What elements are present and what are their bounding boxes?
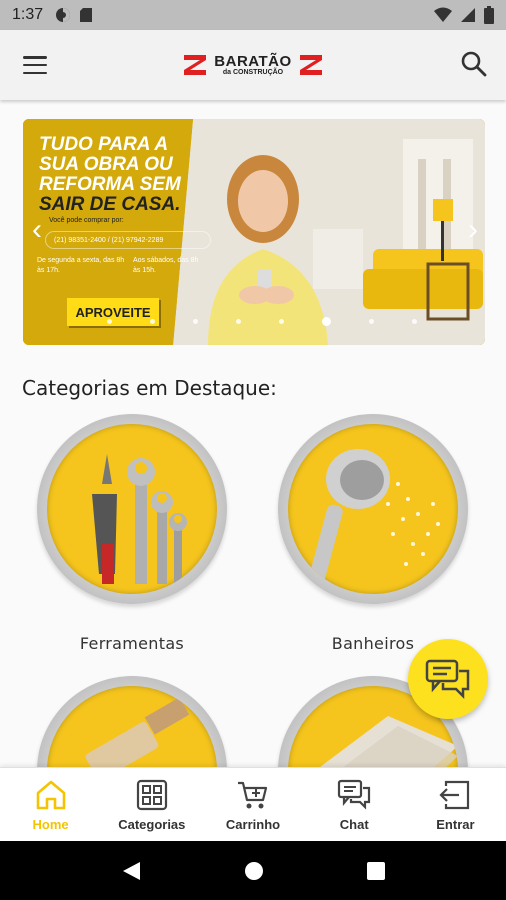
chat-icon [338,779,371,810]
nav-item-categorias[interactable]: Categorias [101,768,202,841]
category-circle [37,414,227,604]
section-title: Categorias em Destaque: [22,376,277,400]
brand-logo: BARATÃO da CONSTRUÇÃO [184,54,322,76]
tools-icon [92,454,187,584]
logo-text: BARATÃO da CONSTRUÇÃO [214,54,291,76]
headline-line: SUA OBRA OU [39,154,173,175]
carousel-dot[interactable] [150,319,155,324]
headline-line: REFORMA SEM [39,174,181,195]
nav-label: Chat [339,817,369,832]
login-icon [439,780,470,810]
banner-small-text: Você pode comprar por: [49,217,124,224]
status-bar: 1:37 [0,0,506,30]
home-circle-icon[interactable] [243,860,265,882]
logo-sub: da CONSTRUÇÃO [222,69,284,76]
search-icon[interactable] [460,50,488,78]
category-image [47,424,217,594]
home-icon [36,780,65,810]
category-card-banheiros[interactable]: Banheiros [278,414,468,653]
hamburger-menu-icon[interactable] [22,52,48,78]
status-icons-right [434,6,494,24]
status-time: 1:37 [12,6,44,23]
banner-hours-saturday: Aos sábados, das 8h às 15h. [133,257,199,274]
headline-line: SAIR DE CASA. [39,194,181,215]
nav-label: Carrinho [225,817,281,832]
banner-hours-weekday: De segunda a sexta, das 8h às 17h. [37,257,125,274]
carousel-dot[interactable] [279,319,284,324]
recents-icon[interactable] [366,861,386,881]
app-bar: BARATÃO da CONSTRUÇÃO [0,30,506,100]
battery-icon [484,6,494,24]
cart-icon [238,781,268,809]
promo-banner-carousel[interactable]: TUDO PARA A SUA OBRA OU REFORMA SEM SAIR… [23,119,485,345]
carousel-dot[interactable] [193,319,198,324]
logo-mark-right [299,55,322,75]
nav-item-entrar[interactable]: Entrar [405,768,506,841]
carousel-dot[interactable] [107,319,112,324]
nav-item-carrinho[interactable]: Carrinho [202,768,303,841]
carousel-prev-icon[interactable]: ‹ [27,213,47,247]
grid-icon [136,779,167,811]
data-saver-icon [56,8,71,22]
signal-icon [461,8,475,22]
back-icon[interactable] [120,860,142,882]
category-circle [278,414,468,604]
carousel-indicators [23,317,485,326]
shower-icon [306,449,440,594]
screen: 1:37 BARATÃO da CONSTRUÇÃO TUDO PARA A S… [0,0,506,900]
carousel-next-icon[interactable]: › [463,213,483,247]
banner-phones: (21) 98351-2400 / (21) 97942-2289 [45,231,211,249]
category-label: Ferramentas [79,634,185,653]
carousel-dot[interactable] [236,319,241,324]
nav-item-chat[interactable]: Chat [304,768,405,841]
bottom-navigation: Home Categorias Carrinho Chat Entrar [0,767,506,841]
nav-label: Entrar [436,817,475,832]
chat-fab-button[interactable] [408,639,488,719]
banner-headline: TUDO PARA A SUA OBRA OU REFORMA SEM SAIR… [39,135,229,215]
carousel-dot[interactable] [412,319,417,324]
status-icons-left [55,7,93,23]
carousel-dot[interactable] [322,317,331,326]
logo-name: BARATÃO [214,53,292,70]
android-system-nav [0,841,506,900]
wifi-icon [434,7,452,22]
chat-bubbles-icon [425,659,470,699]
logo-mark-left [184,55,207,75]
carousel-dot[interactable] [369,319,374,324]
nav-label: Categorias [118,817,186,832]
nav-label: Home [32,817,69,832]
category-image [288,424,458,594]
sd-card-icon [80,8,93,22]
headline-line: TUDO PARA A [39,134,169,155]
category-card-ferramentas[interactable]: Ferramentas [37,414,227,653]
nav-item-home[interactable]: Home [0,768,102,841]
